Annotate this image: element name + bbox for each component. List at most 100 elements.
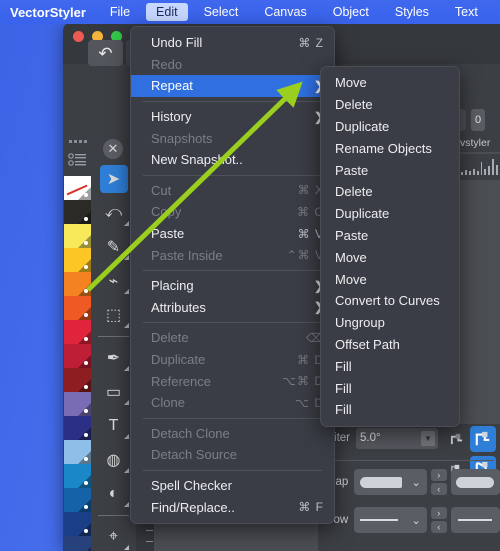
histogram-bar [476, 171, 479, 175]
menubar-item-text[interactable]: Text [445, 3, 488, 22]
swatch-list-icon[interactable] [68, 152, 88, 168]
menubar: VectorStyler File Edit Select Canvas Object S… [0, 0, 500, 24]
color-swatch[interactable] [64, 248, 91, 272]
close-tool-palette-icon[interactable]: ✕ [103, 139, 123, 159]
menu-item-label: Undo Fill [151, 35, 203, 51]
color-swatch[interactable] [64, 368, 91, 392]
menu-item-label: New Snapshot.. [151, 152, 243, 168]
cap-prev-button[interactable]: ‹ [430, 483, 447, 495]
repeat-submenu-item[interactable]: Fill [321, 377, 459, 399]
edit-menu-item-placing[interactable]: Placing ❯ [131, 275, 334, 297]
menu-separator [143, 269, 322, 271]
arrow-nav-buttons[interactable]: › ‹ [430, 507, 447, 533]
edit-menu-item-history[interactable]: History ❯ [131, 106, 334, 128]
color-swatch[interactable] [64, 488, 91, 512]
edit-menu-item-new-snapshot[interactable]: New Snapshot.. [131, 149, 334, 171]
swatch-dot-icon [84, 265, 88, 269]
repeat-submenu-item[interactable]: Fill [321, 399, 459, 421]
edit-menu-item-detach-clone: Detach Clone [131, 423, 334, 445]
menubar-item-eff[interactable]: Eff [494, 3, 500, 22]
edit-menu-item-paste[interactable]: Paste ⌘ V [131, 223, 334, 245]
menubar-item-object[interactable]: Object [323, 3, 379, 22]
arrow-style-dropdown[interactable]: ⌄ [354, 507, 427, 533]
cap-next-button[interactable]: › [430, 469, 447, 481]
swatch-dot-icon [84, 433, 88, 437]
repeat-submenu-item[interactable]: Offset Path [321, 334, 459, 356]
arrow-prev-button[interactable]: ‹ [430, 521, 447, 533]
option-value-field[interactable]: 0 [471, 109, 486, 131]
histogram-bar [468, 171, 471, 175]
color-swatch[interactable] [64, 392, 91, 416]
edit-menu-item-cut: Cut ⌘ X [131, 180, 334, 202]
cap-nav-buttons[interactable]: › ‹ [430, 469, 447, 495]
color-swatch[interactable] [64, 320, 91, 344]
menubar-item-canvas[interactable]: Canvas [254, 3, 316, 22]
repeat-submenu-item[interactable]: Convert to Curves [321, 290, 459, 312]
menubar-item-styles[interactable]: Styles [385, 3, 439, 22]
menu-item-shortcut: ⌘ F [298, 500, 324, 515]
select-tool-icon: ➤ [99, 165, 128, 193]
repeat-submenu-item[interactable]: Paste [321, 159, 459, 181]
color-swatch[interactable] [64, 272, 91, 296]
color-swatch[interactable] [64, 440, 91, 464]
cap-preview[interactable] [450, 469, 500, 495]
join-mode-button-1[interactable] [470, 426, 496, 452]
menubar-app-name[interactable]: VectorStyler [8, 3, 100, 22]
menu-item-label: Detach Clone [151, 425, 230, 441]
document-tab[interactable]: vstyler [458, 134, 500, 152]
submenu-item-label: Convert to Curves [335, 293, 440, 309]
repeat-submenu-item[interactable]: Delete [321, 181, 459, 203]
color-swatch[interactable] [64, 176, 91, 200]
color-swatch[interactable] [64, 464, 91, 488]
edit-menu-item-repeat[interactable]: Repeat ❯ [131, 75, 334, 97]
histogram-bar [496, 165, 499, 175]
menubar-item-file[interactable]: File [100, 3, 140, 22]
miter-input[interactable]: 5.0° ▼ [356, 427, 438, 449]
menu-item-shortcut: ⌥⌘ D [282, 374, 324, 389]
repeat-submenu-item[interactable]: Move [321, 268, 459, 290]
menu-item-shortcut: ⌘ Z [298, 35, 324, 50]
color-swatch[interactable] [64, 224, 91, 248]
submenu-item-label: Move [335, 271, 367, 287]
close-window-button[interactable] [73, 31, 84, 42]
menubar-item-select[interactable]: Select [194, 3, 249, 22]
arrow-next-button[interactable]: › [430, 507, 447, 519]
edit-menu-item-spell-checker[interactable]: Spell Checker [131, 475, 334, 497]
swatch-dot-icon [84, 337, 88, 341]
repeat-submenu-item[interactable]: Move [321, 72, 459, 94]
histogram-bar [488, 166, 491, 175]
menu-separator [143, 417, 322, 419]
cap-style-dropdown[interactable]: ⌄ [354, 469, 427, 495]
color-swatch[interactable] [64, 344, 91, 368]
edit-menu: Undo Fill ⌘ Z Redo Repeat ❯ History ❯ Snapshots… [130, 26, 335, 524]
eyedropper-tool[interactable]: ⌖ [91, 520, 136, 551]
color-swatch[interactable] [64, 416, 91, 440]
repeat-submenu-item[interactable]: Duplicate [321, 203, 459, 225]
menubar-item-edit[interactable]: Edit [146, 2, 188, 22]
repeat-submenu-item[interactable]: Ungroup [321, 312, 459, 334]
color-swatch[interactable] [64, 296, 91, 320]
color-swatch[interactable] [64, 536, 91, 551]
repeat-submenu-item[interactable]: Rename Objects [321, 137, 459, 159]
repeat-submenu-item[interactable]: Fill [321, 355, 459, 377]
repeat-submenu-item[interactable]: Move [321, 246, 459, 268]
undo-button[interactable]: ↶ [88, 40, 123, 66]
edit-menu-item-delete: Delete ⌫ [131, 327, 334, 349]
repeat-submenu-item[interactable]: Duplicate [321, 116, 459, 138]
arrow-preview[interactable] [450, 507, 500, 533]
edit-menu-item-reference: Reference ⌥⌘ D [131, 370, 334, 392]
color-swatch[interactable] [64, 200, 91, 224]
edit-menu-item-redo: Redo [131, 54, 334, 76]
tool-flyout-indicator [124, 255, 129, 260]
menu-item-label: Detach Source [151, 447, 237, 463]
edit-menu-item-undo-fill[interactable]: Undo Fill ⌘ Z [131, 32, 334, 54]
repeat-submenu-item[interactable]: Delete [321, 94, 459, 116]
submenu-item-label: Delete [335, 97, 373, 113]
menu-separator [143, 100, 322, 102]
miter-stepper[interactable]: ▼ [421, 430, 435, 446]
miter-join-icon[interactable] [449, 432, 463, 446]
repeat-submenu-item[interactable]: Paste [321, 225, 459, 247]
edit-menu-item-find-replace[interactable]: Find/Replace.. ⌘ F [131, 496, 334, 518]
color-swatch[interactable] [64, 512, 91, 536]
edit-menu-item-attributes[interactable]: Attributes ❯ [131, 297, 334, 319]
